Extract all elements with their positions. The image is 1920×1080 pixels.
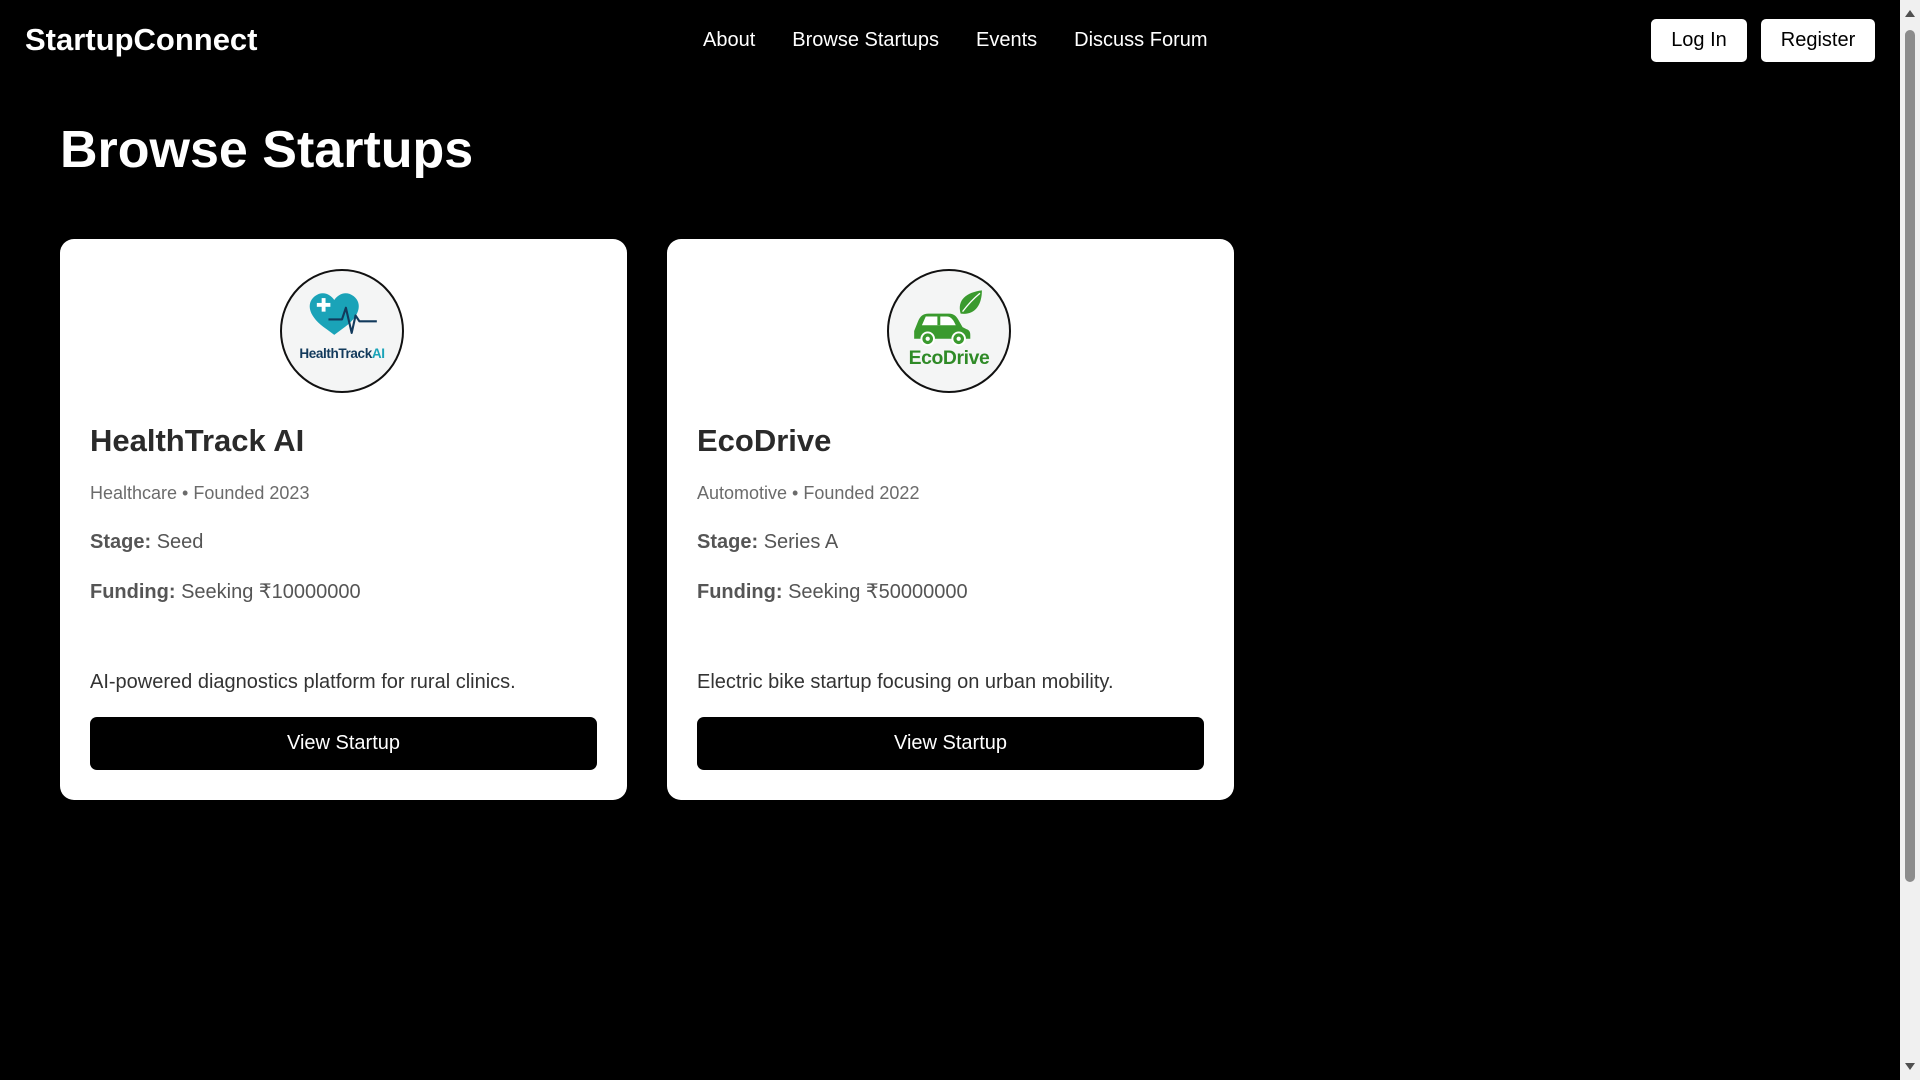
scroll-up-arrow-icon[interactable]: [1905, 10, 1915, 17]
startup-meta: Healthcare • Founded 2023: [90, 483, 310, 503]
nav-link-browse-startups[interactable]: Browse Startups: [792, 24, 939, 56]
startup-funding: Funding: Seeking ₹50000000: [697, 579, 968, 605]
scrollbar-thumb[interactable]: [1905, 30, 1915, 882]
logo-text-ai: AI: [372, 346, 385, 361]
nav-link-discuss-forum[interactable]: Discuss Forum: [1074, 24, 1207, 56]
startup-logo: EcoDrive: [887, 269, 1011, 393]
stage-value: Seed: [156, 531, 204, 553]
view-startup-button[interactable]: View Startup: [697, 717, 1204, 770]
logo-text-healthtrack: HealthTrack: [299, 346, 372, 361]
startup-stage: Stage: Series A: [697, 529, 838, 555]
nav-links: About Browse Startups Events Discuss For…: [703, 24, 1208, 56]
startup-card: HealthTrackAI HealthTrack AI Healthcare …: [60, 239, 627, 800]
vertical-scrollbar[interactable]: [1900, 0, 1920, 1080]
startup-description: AI-powered diagnostics platform for rura…: [90, 671, 516, 693]
nav-link-events[interactable]: Events: [976, 24, 1037, 56]
startup-card: EcoDrive EcoDrive Automotive • Founded 2…: [667, 239, 1234, 800]
page: StartupConnect About Browse Startups Eve…: [0, 0, 1920, 1080]
stage-label: Stage:: [90, 531, 152, 553]
scroll-down-arrow-icon[interactable]: [1905, 1063, 1915, 1070]
logo-text-ecodrive: EcoDrive: [909, 347, 990, 369]
nav-link-about[interactable]: About: [703, 24, 755, 56]
startup-card-list: HealthTrackAI HealthTrack AI Healthcare …: [60, 239, 1234, 800]
green-car-leaf-icon: EcoDrive: [909, 290, 990, 369]
stage-value: Series A: [763, 531, 839, 553]
register-button[interactable]: Register: [1761, 19, 1875, 62]
heart-pulse-icon: HealthTrackAI: [299, 293, 385, 361]
funding-label: Funding:: [697, 581, 783, 603]
funding-label: Funding:: [90, 581, 176, 603]
startup-description: Electric bike startup focusing on urban …: [697, 671, 1114, 693]
brand-logo[interactable]: StartupConnect: [25, 20, 258, 60]
startup-logo: HealthTrackAI: [280, 269, 404, 393]
startup-stage: Stage: Seed: [90, 529, 203, 555]
navbar: StartupConnect About Browse Startups Eve…: [0, 0, 1900, 80]
page-title: Browse Startups: [60, 121, 474, 179]
view-startup-button[interactable]: View Startup: [90, 717, 597, 770]
startup-name: EcoDrive: [697, 423, 832, 458]
auth-buttons: Log In Register: [1651, 19, 1875, 62]
stage-label: Stage:: [697, 531, 759, 553]
startup-meta: Automotive • Founded 2022: [697, 483, 920, 503]
login-button[interactable]: Log In: [1651, 19, 1747, 62]
svg-text:HealthTrackAI: HealthTrackAI: [299, 346, 384, 361]
funding-value: Seeking ₹50000000: [788, 581, 968, 603]
startup-name: HealthTrack AI: [90, 423, 305, 458]
startup-funding: Funding: Seeking ₹10000000: [90, 579, 361, 605]
funding-value: Seeking ₹10000000: [181, 581, 361, 603]
